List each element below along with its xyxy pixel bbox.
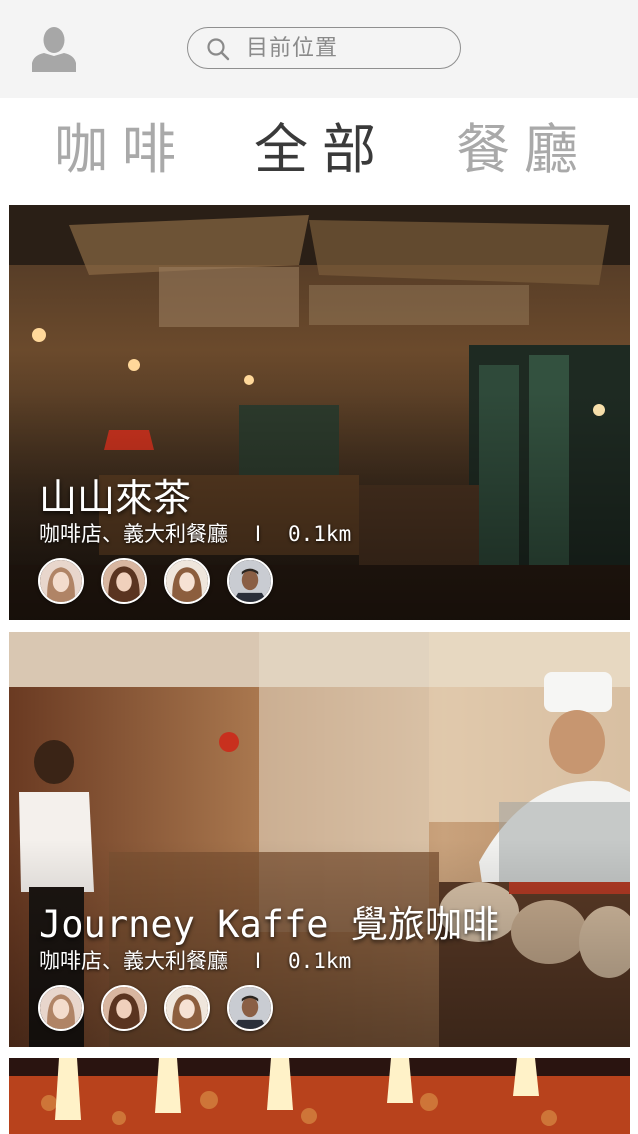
friend-avatar[interactable]	[38, 558, 84, 604]
user-icon[interactable]	[32, 25, 76, 72]
place-card[interactable]: 山山來茶 咖啡店、義大利餐廳 I 0.1km	[9, 205, 630, 620]
friend-avatar[interactable]	[101, 558, 147, 604]
place-distance: 0.1km	[288, 949, 352, 973]
friend-avatar[interactable]	[164, 985, 210, 1031]
friend-avatar[interactable]	[227, 558, 273, 604]
category-tabs: 咖啡 全部 餐廳	[0, 98, 638, 205]
friend-avatar[interactable]	[164, 558, 210, 604]
tab-all[interactable]: 全部	[254, 118, 390, 182]
place-photo	[9, 205, 630, 620]
place-meta: 咖啡店、義大利餐廳 I 0.1km	[39, 945, 351, 975]
place-title: Journey Kaffe 覺旅咖啡	[39, 903, 499, 946]
search-bar[interactable]	[187, 27, 461, 69]
search-icon	[207, 38, 230, 61]
meta-separator: I	[254, 522, 262, 546]
place-category: 咖啡店、義大利餐廳	[39, 949, 228, 973]
place-category: 咖啡店、義大利餐廳	[39, 522, 228, 546]
place-card[interactable]	[9, 1058, 630, 1134]
place-distance: 0.1km	[288, 522, 352, 546]
place-card[interactable]: Journey Kaffe 覺旅咖啡 咖啡店、義大利餐廳 I 0.1km	[9, 632, 630, 1047]
friend-avatar[interactable]	[38, 985, 84, 1031]
place-title: 山山來茶	[39, 476, 192, 520]
tab-restaurant[interactable]: 餐廳	[456, 118, 592, 182]
friend-avatar[interactable]	[101, 985, 147, 1031]
place-meta: 咖啡店、義大利餐廳 I 0.1km	[39, 518, 351, 548]
friend-avatar[interactable]	[227, 985, 273, 1031]
top-bar	[0, 0, 638, 98]
place-photo	[9, 632, 630, 1047]
tab-coffee[interactable]: 咖啡	[54, 118, 190, 182]
meta-separator: I	[254, 949, 262, 973]
search-input[interactable]	[246, 33, 446, 63]
place-photo	[9, 1058, 630, 1134]
